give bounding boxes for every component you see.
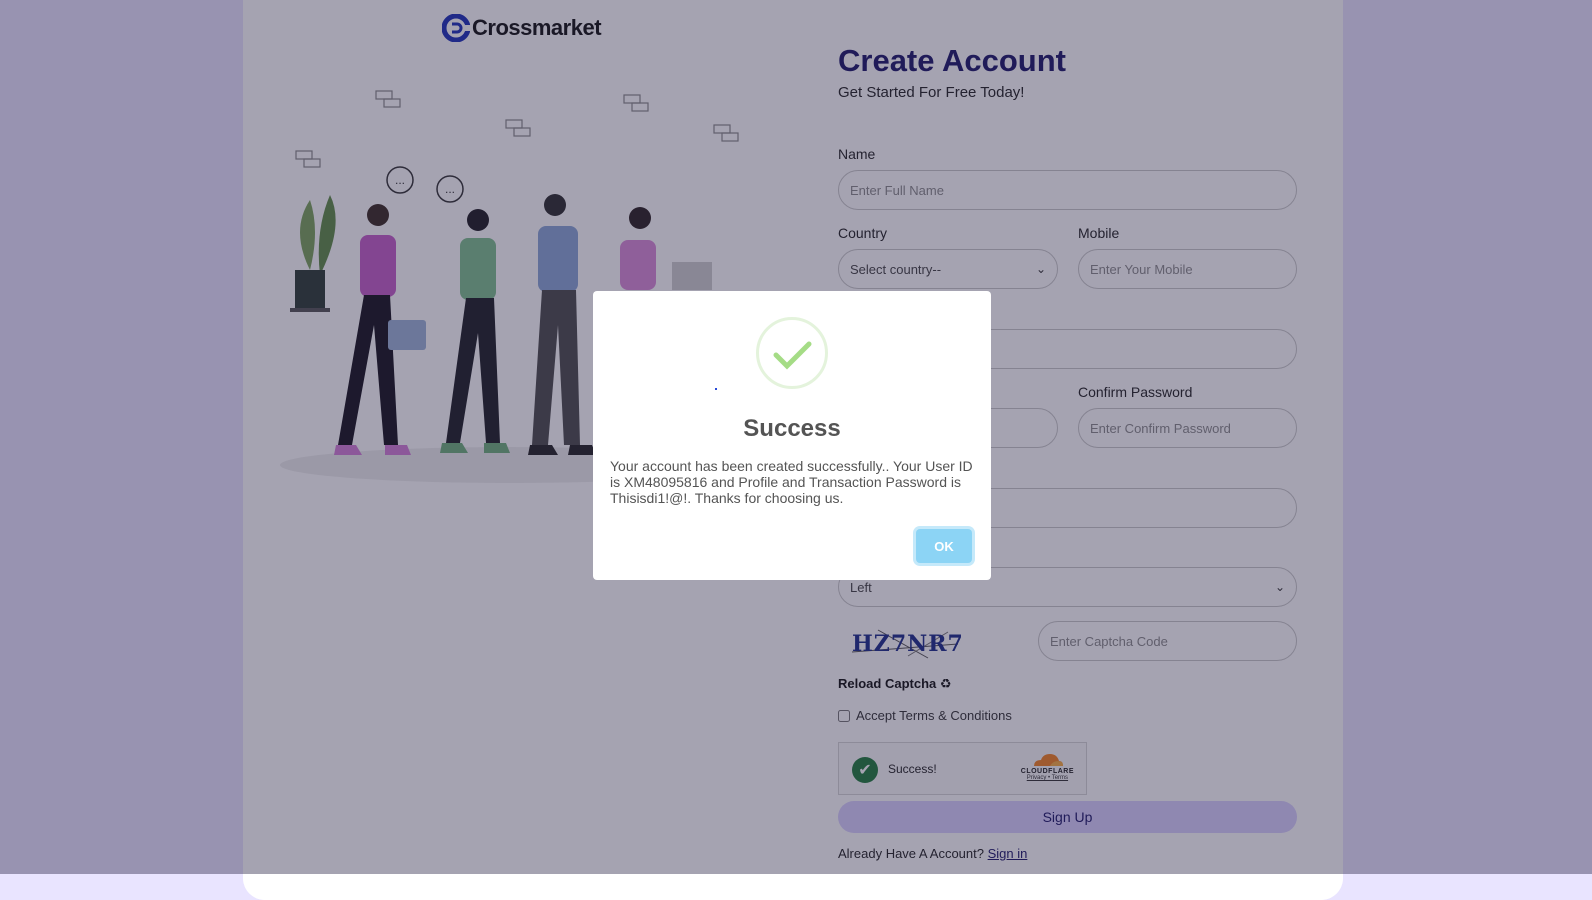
dialog-message: Your account has been created successful… — [610, 458, 973, 506]
success-check-icon — [756, 317, 828, 389]
success-dialog: Success Your account has been created su… — [593, 291, 991, 580]
loading-dot — [715, 388, 717, 390]
check-mark-icon — [773, 341, 812, 370]
dialog-title: Success — [743, 415, 841, 442]
ok-button[interactable]: OK — [916, 529, 972, 563]
